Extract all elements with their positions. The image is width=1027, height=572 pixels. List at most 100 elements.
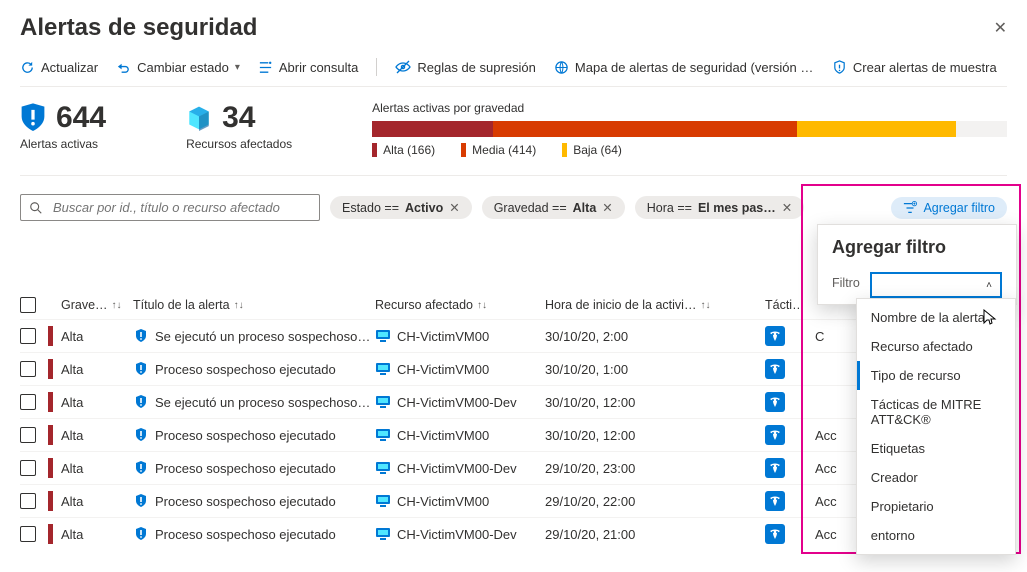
severity-seg-rest <box>956 121 1007 137</box>
cell-time: 29/10/20, 23:00 <box>545 461 765 476</box>
col-header-severity[interactable]: Grave…↑↓ <box>53 298 133 312</box>
cell-title: Proceso sospechoso ejecutado <box>133 526 375 542</box>
cell-tactics <box>765 524 815 544</box>
resources-metric: 34 Recursos afectados <box>186 101 292 151</box>
legend-low: Baja (64) <box>562 143 622 157</box>
shield-icon <box>832 60 847 75</box>
cell-severity: Alta <box>53 494 133 509</box>
filter-pill-severity[interactable]: Gravedad == Alta ✕ <box>482 196 625 219</box>
cell-severity: Alta <box>53 362 133 377</box>
select-all-checkbox[interactable] <box>20 297 36 313</box>
cell-title: Proceso sospechoso ejecutado <box>133 460 375 476</box>
vm-icon <box>375 362 391 376</box>
severity-title: Alertas activas por gravedad <box>372 101 1007 115</box>
eye-off-icon <box>395 59 411 75</box>
row-checkbox[interactable] <box>20 526 36 542</box>
cell-time: 29/10/20, 21:00 <box>545 527 765 542</box>
combobox-option[interactable]: entorno <box>857 521 1015 550</box>
vm-icon <box>375 395 391 409</box>
sort-icon: ↑↓ <box>700 300 710 311</box>
cell-title: Proceso sospechoso ejecutado <box>133 361 375 377</box>
severity-block: Alertas activas por gravedad Alta (166) … <box>372 101 1007 157</box>
severity-bar <box>372 121 1007 137</box>
resources-label: Recursos afectados <box>186 137 292 151</box>
remove-filter-icon[interactable]: ✕ <box>449 200 459 215</box>
close-icon[interactable]: ✕ <box>994 18 1007 38</box>
change-state-button[interactable]: Cambiar estado ▾ <box>116 60 240 75</box>
col-header-resource[interactable]: Recurso afectado↑↓ <box>375 298 545 312</box>
tactic-icon <box>765 491 785 511</box>
map-icon <box>554 60 569 75</box>
cell-resource: CH-VictimVM00-Dev <box>375 461 545 476</box>
filter-pill-time[interactable]: Hora == El mes pas… ✕ <box>635 196 804 219</box>
shield-badge-icon <box>20 103 46 133</box>
cursor-icon <box>981 309 997 327</box>
col-header-time[interactable]: Hora de inicio de la activi…↑↓ <box>545 298 765 312</box>
tactic-icon <box>765 458 785 478</box>
combobox-option[interactable]: Tipo de recurso <box>857 361 1015 390</box>
alert-shield-icon <box>133 394 149 410</box>
alert-shield-icon <box>133 427 149 443</box>
vm-icon <box>375 494 391 508</box>
cell-time: 30/10/20, 1:00 <box>545 362 765 377</box>
remove-filter-icon[interactable]: ✕ <box>782 200 792 215</box>
cell-resource: CH-VictimVM00-Dev <box>375 395 545 410</box>
row-checkbox[interactable] <box>20 460 36 476</box>
combobox-option[interactable]: Recurso afectado <box>857 332 1015 361</box>
combobox-control[interactable]: ˄ <box>870 272 1002 298</box>
cell-resource: CH-VictimVM00 <box>375 362 545 377</box>
change-state-label: Cambiar estado <box>137 60 229 75</box>
combobox-option[interactable]: Etiquetas <box>857 434 1015 463</box>
security-map-button[interactable]: Mapa de alertas de seguridad (versión pr… <box>554 60 814 75</box>
filter-pill-state[interactable]: Estado == Activo ✕ <box>330 196 472 219</box>
open-query-label: Abrir consulta <box>279 60 358 75</box>
vm-icon <box>375 461 391 475</box>
combobox-option[interactable]: Nombre de la alerta <box>857 303 1015 332</box>
search-field[interactable] <box>51 199 311 216</box>
cube-icon <box>186 104 212 132</box>
suppression-button[interactable]: Reglas de supresión <box>395 59 536 75</box>
cell-time: 30/10/20, 2:00 <box>545 329 765 344</box>
alert-shield-icon <box>133 493 149 509</box>
row-checkbox[interactable] <box>20 394 36 410</box>
open-query-button[interactable]: Abrir consulta <box>258 60 358 75</box>
cell-time: 30/10/20, 12:00 <box>545 395 765 410</box>
cell-tactics <box>765 425 815 445</box>
cell-resource: CH-VictimVM00 <box>375 329 545 344</box>
search-input[interactable] <box>20 194 320 221</box>
row-checkbox[interactable] <box>20 328 36 344</box>
combobox-option[interactable]: Tácticas de MITRE ATT&CK® <box>857 390 1015 434</box>
chevron-down-icon: ▾ <box>235 62 240 73</box>
combobox-option[interactable]: Creador <box>857 463 1015 492</box>
sample-alerts-button[interactable]: Crear alertas de muestra <box>832 60 997 75</box>
col-header-tactics[interactable]: Tácti… <box>765 298 815 312</box>
filter-icon <box>903 201 917 215</box>
security-map-label: Mapa de alertas de seguridad (versión pr… <box>575 60 814 75</box>
refresh-button[interactable]: Actualizar <box>20 60 98 75</box>
sort-icon: ↑↓ <box>477 300 487 311</box>
tactic-icon <box>765 359 785 379</box>
active-alerts-label: Alertas activas <box>20 137 106 151</box>
row-checkbox[interactable] <box>20 361 36 377</box>
sample-alerts-label: Crear alertas de muestra <box>853 60 997 75</box>
filter-combobox[interactable]: ˄ Nombre de la alertaRecurso afectadoTip… <box>870 272 1002 298</box>
alert-shield-icon <box>133 328 149 344</box>
suppression-label: Reglas de supresión <box>417 60 536 75</box>
col-header-title[interactable]: Título de la alerta↑↓ <box>133 298 375 312</box>
combobox-option[interactable]: Propietario <box>857 492 1015 521</box>
row-checkbox[interactable] <box>20 427 36 443</box>
cell-title: Se ejecutó un proceso sospechoso… <box>133 328 375 344</box>
cell-resource: CH-VictimVM00 <box>375 494 545 509</box>
row-checkbox[interactable] <box>20 493 36 509</box>
add-filter-button[interactable]: Agregar filtro <box>891 197 1007 219</box>
cell-severity: Alta <box>53 395 133 410</box>
tactic-icon <box>765 524 785 544</box>
remove-filter-icon[interactable]: ✕ <box>602 200 612 215</box>
chevron-up-icon: ˄ <box>986 280 992 291</box>
cell-tactics <box>765 392 815 412</box>
add-filter-popover: Agregar filtro Filtro ˄ Nombre de la ale… <box>817 224 1017 305</box>
vm-icon <box>375 527 391 541</box>
add-filter-label: Agregar filtro <box>923 201 995 215</box>
severity-seg-med <box>493 121 798 137</box>
alert-shield-icon <box>133 526 149 542</box>
